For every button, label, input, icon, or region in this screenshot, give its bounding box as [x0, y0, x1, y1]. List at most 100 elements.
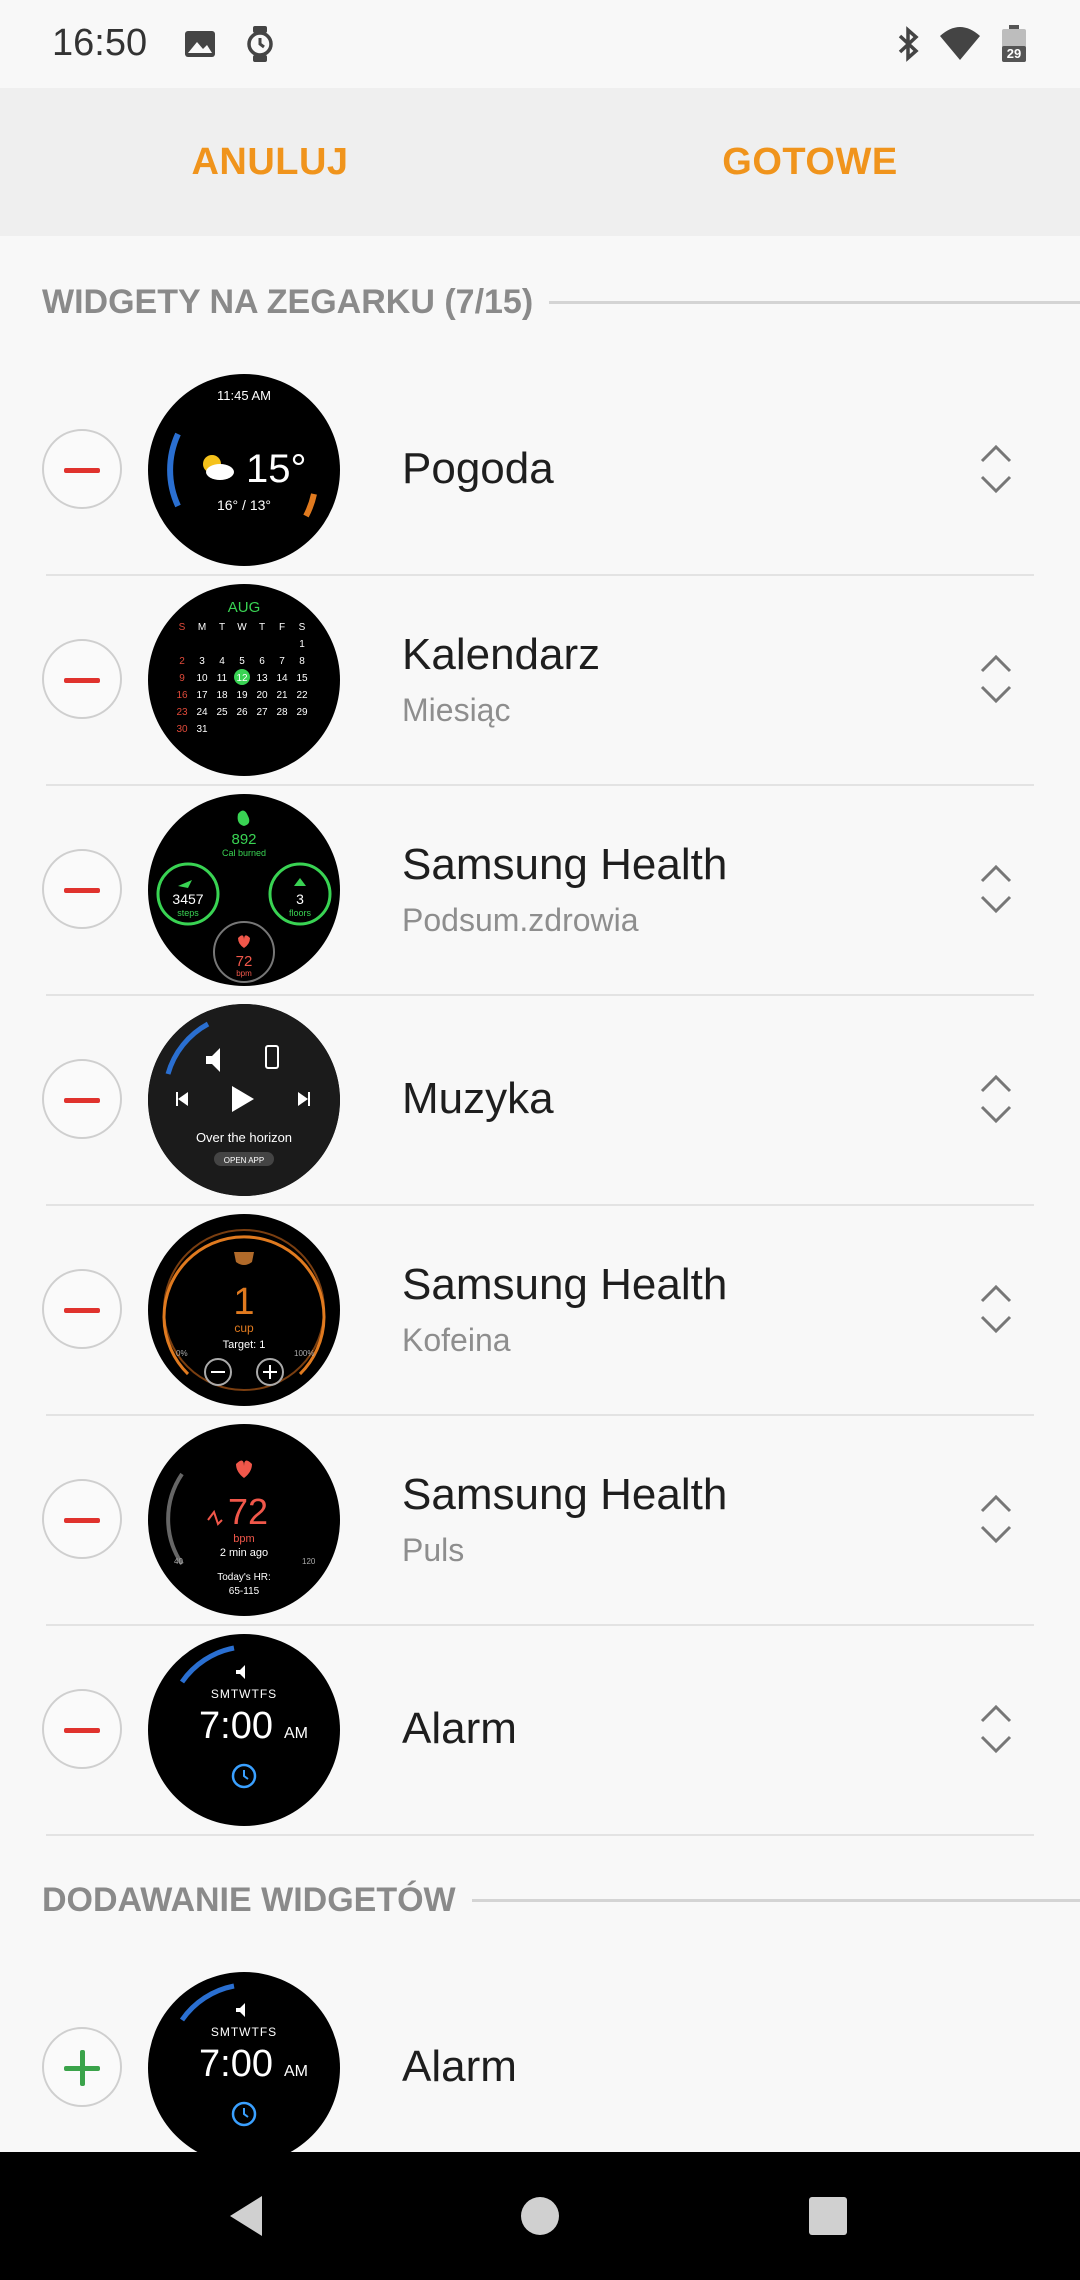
reorder-handle-icon[interactable]	[976, 1069, 1016, 1129]
widget-row-alarm[interactable]: SMTWTFS 7:00 AM Alarm	[0, 1626, 1080, 1836]
svg-text:Target: 1: Target: 1	[223, 1339, 266, 1351]
section-divider	[549, 300, 1080, 304]
svg-text:25: 25	[216, 707, 228, 718]
svg-text:12: 12	[236, 673, 248, 684]
widget-name: Pogoda	[402, 444, 554, 493]
svg-text:OPEN APP: OPEN APP	[224, 1156, 264, 1165]
widget-name: Alarm	[402, 1704, 517, 1753]
svg-text:120: 120	[302, 1557, 316, 1566]
done-button[interactable]: GOTOWE	[540, 88, 1080, 236]
widget-row-calendar[interactable]: AUG S M T W T F S 1 2345678 9 10 11 12 13 1…	[0, 576, 1080, 786]
svg-text:11: 11	[217, 673, 228, 684]
svg-text:S: S	[179, 622, 186, 633]
remove-widget-button[interactable]	[42, 639, 122, 719]
svg-text:23: 23	[176, 707, 188, 718]
svg-text:13: 13	[256, 673, 268, 684]
section-title: DODAWANIE WIDGETÓW	[42, 1880, 456, 1919]
svg-text:65-115: 65-115	[229, 1586, 260, 1597]
reorder-handle-icon[interactable]	[976, 1699, 1016, 1759]
reorder-handle-icon[interactable]	[976, 649, 1016, 709]
remove-widget-button[interactable]	[42, 1059, 122, 1139]
widget-row-heart-rate[interactable]: 72 bpm 2 min ago 40 120 Today's HR: 65-1…	[0, 1416, 1080, 1626]
watch-icon	[247, 26, 273, 62]
svg-text:3457: 3457	[172, 891, 203, 907]
svg-text:bpm: bpm	[233, 1533, 254, 1545]
svg-text:Over the horizon: Over the horizon	[196, 1130, 292, 1145]
svg-text:31: 31	[196, 724, 208, 735]
svg-text:bpm: bpm	[236, 969, 252, 978]
action-bar: ANULUJ GOTOWE	[0, 88, 1080, 236]
svg-text:W: W	[237, 622, 247, 633]
svg-text:18: 18	[216, 690, 228, 701]
svg-text:100%: 100%	[294, 1349, 314, 1358]
widget-name: Kalendarz	[402, 630, 601, 679]
svg-text:15°: 15°	[246, 447, 307, 491]
back-icon[interactable]	[218, 2186, 278, 2246]
svg-text:9: 9	[179, 673, 185, 684]
svg-text:6: 6	[259, 656, 265, 667]
reorder-handle-icon[interactable]	[976, 439, 1016, 499]
navigation-bar	[0, 2152, 1080, 2280]
cancel-button[interactable]: ANULUJ	[0, 88, 540, 236]
remove-widget-button[interactable]	[42, 429, 122, 509]
remove-widget-button[interactable]	[42, 1269, 122, 1349]
widget-row-caffeine[interactable]: 1 cup Target: 1 0% 100% Samsung Health K…	[0, 1206, 1080, 1416]
section-header-on-watch: WIDGETY NA ZEGARKU (7/15)	[0, 272, 1080, 332]
reorder-handle-icon[interactable]	[976, 859, 1016, 919]
widget-subtitle: Puls	[402, 1532, 465, 1568]
image-icon	[185, 31, 215, 57]
status-bar: 16:50 29	[0, 0, 1080, 88]
widget-subtitle: Miesiąc	[402, 692, 511, 728]
svg-text:steps: steps	[177, 908, 199, 918]
svg-text:AM: AM	[284, 1725, 308, 1742]
svg-text:72: 72	[236, 953, 253, 970]
widget-name: Samsung Health	[402, 840, 728, 889]
widget-name: Alarm	[402, 2042, 517, 2091]
home-icon[interactable]	[510, 2186, 570, 2246]
widget-row-music[interactable]: Over the horizon OPEN APP Muzyka	[0, 996, 1080, 1206]
svg-text:AUG: AUG	[228, 599, 261, 616]
svg-text:T: T	[259, 622, 265, 633]
svg-text:7: 7	[279, 656, 285, 667]
svg-text:16° / 13°: 16° / 13°	[217, 497, 271, 513]
svg-text:Cal burned: Cal burned	[222, 848, 266, 858]
svg-text:17: 17	[196, 690, 208, 701]
svg-text:F: F	[279, 622, 285, 633]
svg-text:2 min ago: 2 min ago	[220, 1547, 268, 1559]
recents-icon[interactable]	[798, 2186, 858, 2246]
widget-row-weather[interactable]: 11:45 AM 15° 16° / 13° Pogoda	[0, 366, 1080, 576]
svg-text:21: 21	[276, 690, 288, 701]
add-widget-button[interactable]	[42, 2027, 122, 2107]
remove-widget-button[interactable]	[42, 1689, 122, 1769]
svg-text:M: M	[198, 622, 206, 633]
svg-text:5: 5	[239, 656, 245, 667]
svg-text:1: 1	[233, 1281, 254, 1323]
svg-text:27: 27	[256, 707, 268, 718]
svg-text:3: 3	[199, 656, 205, 667]
battery-level: 29	[1007, 46, 1021, 61]
svg-text:7:00: 7:00	[199, 1705, 273, 1747]
svg-text:28: 28	[276, 707, 288, 718]
reorder-handle-icon[interactable]	[976, 1279, 1016, 1339]
widget-preview-alarm: SMTWTFS 7:00 AM	[148, 1972, 340, 2164]
svg-text:11:45 AM: 11:45 AM	[217, 388, 271, 403]
svg-text:29: 29	[296, 707, 308, 718]
widget-name: Muzyka	[402, 1074, 554, 1123]
svg-text:16: 16	[176, 690, 188, 701]
svg-text:7:00: 7:00	[199, 2043, 273, 2085]
widget-preview-health-summary: 892 Cal burned 3457 steps 3 floors 72 bp…	[148, 794, 340, 986]
wifi-icon	[940, 27, 980, 60]
svg-text:8: 8	[299, 656, 305, 667]
add-widget-row-alarm[interactable]: SMTWTFS 7:00 AM Alarm	[0, 1964, 1080, 2174]
svg-text:10: 10	[196, 673, 208, 684]
row-divider	[46, 1834, 1034, 1836]
section-header-add-widgets: DODAWANIE WIDGETÓW	[0, 1870, 1080, 1930]
widget-preview-weather: 11:45 AM 15° 16° / 13°	[148, 374, 340, 566]
widget-row-health-summary[interactable]: 892 Cal burned 3457 steps 3 floors 72 bp…	[0, 786, 1080, 996]
widget-preview-calendar: AUG S M T W T F S 1 2345678 9 10 11 12 13 1…	[148, 584, 340, 776]
svg-text:19: 19	[236, 690, 248, 701]
remove-widget-button[interactable]	[42, 1479, 122, 1559]
remove-widget-button[interactable]	[42, 849, 122, 929]
widget-preview-music: Over the horizon OPEN APP	[148, 1004, 340, 1196]
reorder-handle-icon[interactable]	[976, 1489, 1016, 1549]
